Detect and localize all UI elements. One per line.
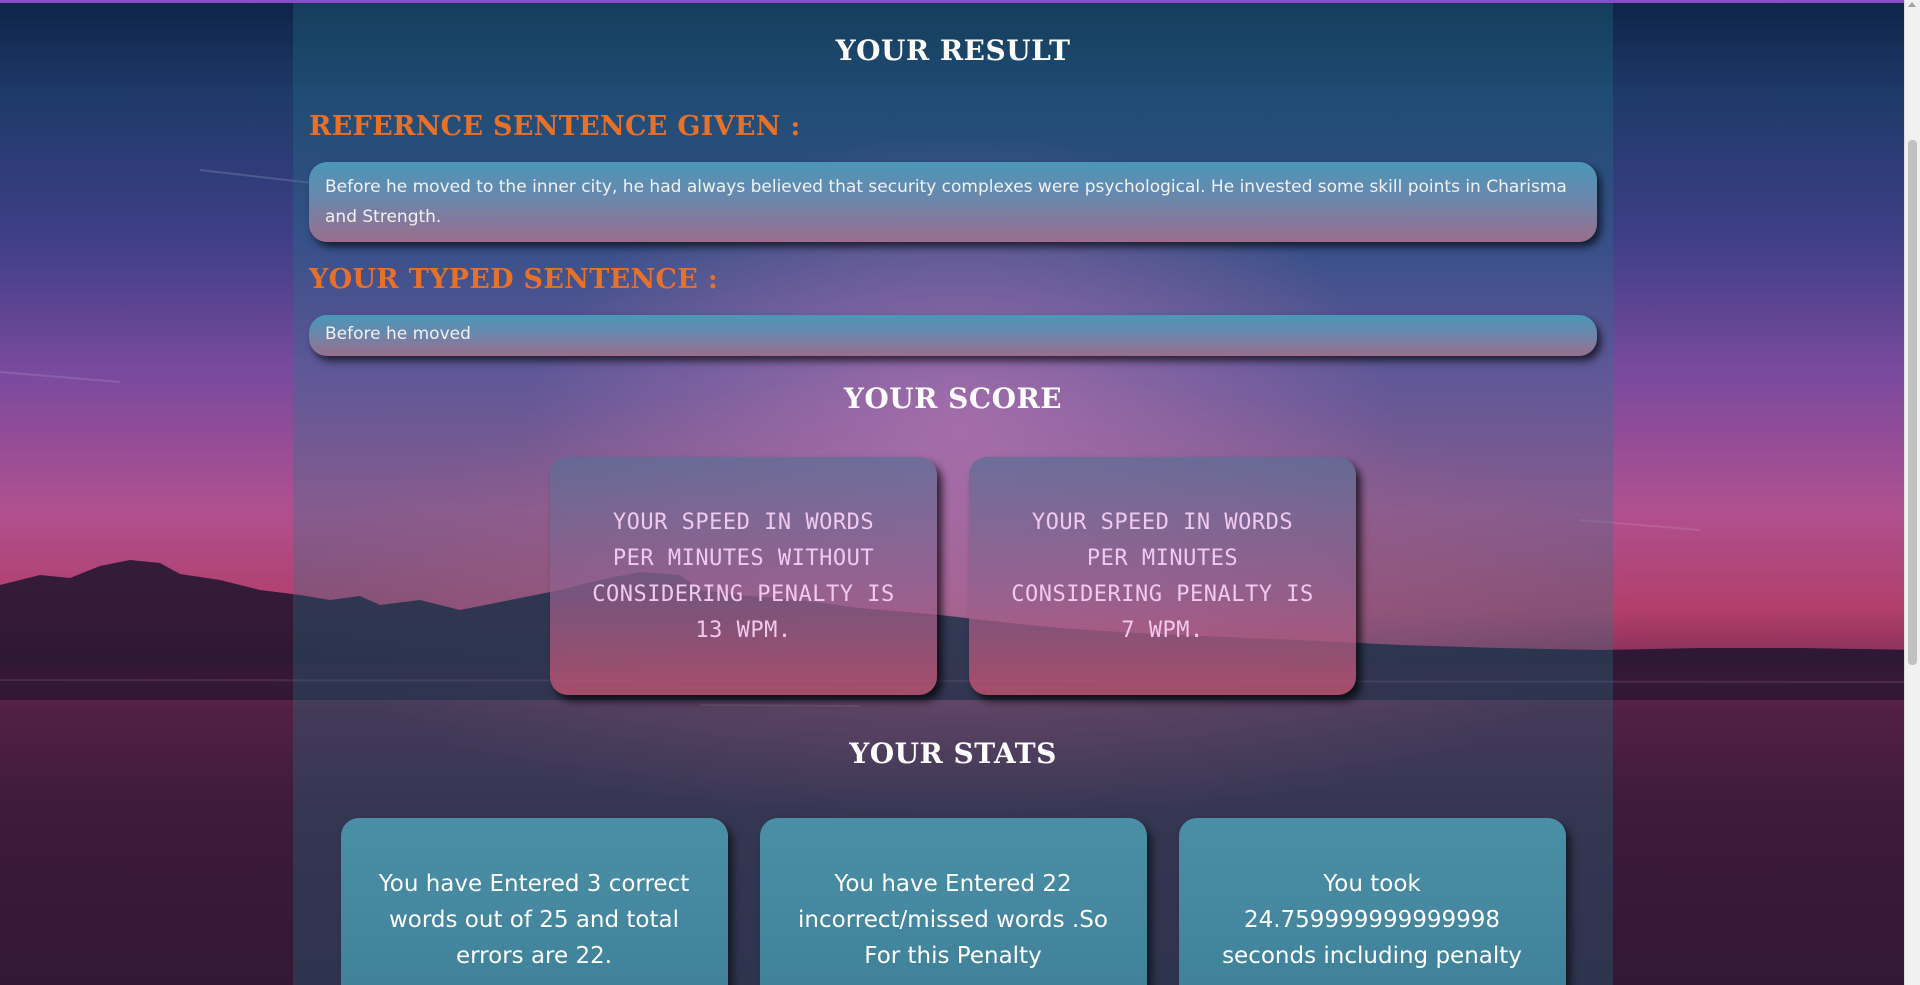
typed-sentence-box: Before he moved: [309, 315, 1597, 356]
scroll-thumb[interactable]: [1908, 140, 1917, 665]
wpm-without-penalty-card: YOUR SPEED IN WORDS PER MINUTES WITHOUT …: [550, 457, 937, 695]
scroll-up-arrow-icon[interactable]: [1908, 2, 1916, 7]
correct-words-card: You have Entered 3 correct words out of …: [340, 818, 728, 985]
reference-sentence-label: REFERNCE SENTENCE GIVEN :: [309, 111, 801, 142]
result-heading: YOUR RESULT: [835, 34, 1071, 67]
score-cards: YOUR SPEED IN WORDS PER MINUTES WITHOUT …: [309, 457, 1597, 695]
incorrect-words-card: You have Entered 22 incorrect/missed wor…: [759, 818, 1147, 985]
top-accent-line: [0, 0, 1920, 3]
stats-heading: YOUR STATS: [849, 737, 1057, 770]
stat-cards: You have Entered 3 correct words out of …: [309, 818, 1597, 985]
wpm-with-penalty-card: YOUR SPEED IN WORDS PER MINUTES CONSIDER…: [969, 457, 1356, 695]
page-scrollbar[interactable]: [1904, 0, 1920, 985]
typed-sentence-label: YOUR TYPED SENTENCE :: [309, 264, 719, 295]
reference-sentence-box: Before he moved to the inner city, he ha…: [309, 162, 1597, 242]
result-panel: YOUR RESULT REFERNCE SENTENCE GIVEN : Be…: [293, 0, 1613, 985]
score-heading: YOUR SCORE: [843, 382, 1063, 415]
time-taken-card: You took 24.759999999999998 seconds incl…: [1178, 818, 1566, 985]
